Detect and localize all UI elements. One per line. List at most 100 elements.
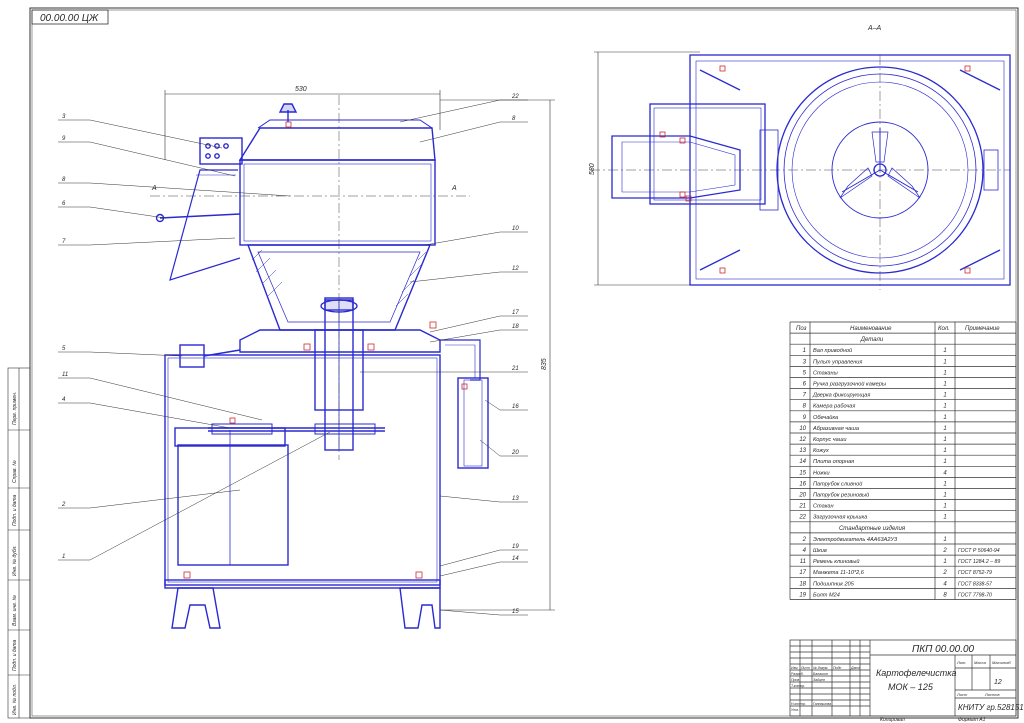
table-cell-qty: 4 bbox=[943, 470, 947, 476]
col-head: Лит. bbox=[956, 660, 966, 665]
leader-label: 19 bbox=[512, 544, 519, 550]
leader-label: 1 bbox=[62, 554, 65, 560]
top-stamp: 00.00.00 ЦЖ bbox=[31, 9, 109, 25]
table-cell-pos: 16 bbox=[799, 481, 806, 487]
side-label: Перв. примен. bbox=[12, 392, 18, 425]
table-cell-name: Загрузочная крышка bbox=[813, 515, 867, 521]
table-cell-name: Пульт управления bbox=[813, 359, 862, 365]
organization: КНИТУ гр.528151 bbox=[958, 703, 1024, 712]
sign-role: Разраб. bbox=[791, 672, 804, 676]
sign-name: Балашов bbox=[813, 672, 828, 676]
table-header: Кол. bbox=[938, 326, 950, 332]
table-cell-qty: 1 bbox=[943, 504, 946, 510]
table-cell-pos: 13 bbox=[799, 448, 806, 454]
table-cell-name: Подшипник 205 bbox=[813, 581, 855, 587]
table-cell-name: Плита опорная bbox=[813, 459, 854, 465]
table-cell-pos: 14 bbox=[799, 459, 806, 465]
table-cell-pos: 5 bbox=[803, 370, 807, 376]
table-cell-qty: 8 bbox=[943, 592, 947, 598]
table-cell-note: ГОСТ 1284.2 – 89 bbox=[958, 559, 1000, 565]
leader-label: 8 bbox=[62, 177, 66, 183]
col-head: Подп bbox=[833, 666, 841, 670]
table-cell-pos: 20 bbox=[798, 493, 806, 499]
table-cell-qty: 2 bbox=[942, 548, 947, 554]
side-label: Подп. и дата bbox=[12, 639, 18, 671]
table-cell-qty: 1 bbox=[943, 515, 946, 521]
table-cell-note: ГОСТ 8338-57 bbox=[958, 581, 993, 587]
leaders-right bbox=[360, 99, 528, 616]
table-cell-note: ГОСТ Р 50640-94 bbox=[958, 548, 1000, 554]
sign-role: Пров. bbox=[791, 678, 800, 682]
copied-label: Копировал bbox=[880, 717, 905, 723]
col-head: Дата bbox=[850, 666, 860, 670]
title-block-text: ПКП 00.00.00 Картофелечистка МОК – 125 К… bbox=[791, 644, 1024, 723]
leader-label: 8 bbox=[512, 116, 516, 122]
table-section: Детали bbox=[860, 337, 884, 343]
leader-labels-left: 3 9 8 6 7 5 11 4 2 1 bbox=[61, 114, 68, 560]
table-cell-name: Дверка фиксирующая bbox=[812, 393, 870, 399]
drawing-name: Картофелечистка bbox=[876, 668, 957, 678]
table-header: Поз bbox=[796, 326, 807, 332]
table-cell-pos: 11 bbox=[800, 559, 806, 565]
table-cell-name: Стаканы bbox=[813, 370, 838, 376]
sign-role: Утв. bbox=[791, 708, 799, 712]
table-cell-name: Ножки bbox=[813, 470, 830, 476]
leader-label: 22 bbox=[511, 94, 519, 100]
table-header: Наименование bbox=[850, 326, 892, 332]
table-cell-pos: 15 bbox=[799, 470, 806, 476]
leader-labels-right: 22 8 10 12 17 18 21 16 20 13 19 14 15 bbox=[511, 94, 519, 615]
side-label: Инв. № дубл. bbox=[12, 545, 18, 576]
side-label: Справ. № bbox=[12, 460, 18, 483]
table-cell-name: Патрубок резиновый bbox=[813, 492, 869, 499]
leader-label: 12 bbox=[512, 266, 519, 272]
sheet-frame bbox=[29, 7, 1019, 719]
dim-width: 530 bbox=[295, 86, 307, 93]
table-cell-name: Камера рабочая bbox=[813, 404, 855, 410]
table-cell-pos: 22 bbox=[798, 515, 806, 521]
sheet-label: Лист bbox=[956, 692, 968, 697]
col-head: Масштаб bbox=[992, 660, 1011, 665]
col-head: Масса bbox=[974, 660, 987, 665]
table-cell-qty: 1 bbox=[943, 370, 946, 376]
table-cell-qty: 1 bbox=[943, 393, 946, 399]
table-cell-name: Ремень клиновый bbox=[813, 558, 859, 565]
leaders-left bbox=[58, 119, 331, 561]
table-cell-pos: 8 bbox=[803, 404, 807, 410]
axis-lines bbox=[150, 55, 1010, 460]
table-cell-pos: 1 bbox=[803, 348, 806, 354]
dim-plan: 580 bbox=[589, 163, 596, 175]
table-cell-qty: 1 bbox=[943, 382, 946, 388]
table-cell-name: Стакан bbox=[813, 504, 834, 510]
plan-bolts bbox=[659, 65, 971, 274]
col-head: Лист bbox=[800, 666, 810, 670]
table-cell-qty: 1 bbox=[943, 359, 946, 365]
sign-name: Ганнашова bbox=[813, 702, 831, 706]
drawing-code: ПКП 00.00.00 bbox=[912, 644, 975, 655]
table-section: Стандартные изделия bbox=[839, 526, 906, 532]
table-cell-name: Абразивная чаша bbox=[812, 426, 859, 432]
leader-label: 20 bbox=[511, 450, 519, 456]
section-mark: А–А bbox=[867, 25, 882, 32]
table-cell-qty: 4 bbox=[943, 581, 947, 587]
table-cell-pos: 19 bbox=[799, 592, 806, 598]
sheets-count: 12 bbox=[994, 679, 1002, 686]
leader-label: 16 bbox=[512, 404, 519, 410]
table-cell-pos: 2 bbox=[802, 537, 807, 543]
table-cell-note: ГОСТ 7798-70 bbox=[958, 592, 992, 598]
table-cell-name: Манжета 11-10*2,6 bbox=[813, 570, 865, 576]
leader-label: 10 bbox=[512, 226, 519, 232]
table-cell-name: Электродвигатель 4АА63А2У3 bbox=[813, 537, 898, 543]
leader-label: 17 bbox=[512, 310, 519, 316]
leader-label: 15 bbox=[512, 609, 519, 615]
table-header: Примечание bbox=[965, 326, 1000, 332]
table-cell-pos: 7 bbox=[803, 393, 807, 399]
table-cell-name: Ручка разгрузочной камеры bbox=[813, 381, 886, 388]
table-cell-pos: 3 bbox=[803, 359, 807, 365]
table-cell-pos: 17 bbox=[799, 570, 806, 576]
technical-drawing: 00.00.00 ЦЖ Перв. примен. Справ. № Подп.… bbox=[7, 7, 1024, 723]
table-cell-pos: 18 bbox=[799, 581, 806, 587]
table-cell-name: Кожух bbox=[813, 448, 829, 454]
format-label: Формат А1 bbox=[958, 717, 986, 723]
table-cell-qty: 1 bbox=[943, 404, 946, 410]
table-cell-qty: 1 bbox=[943, 426, 946, 432]
